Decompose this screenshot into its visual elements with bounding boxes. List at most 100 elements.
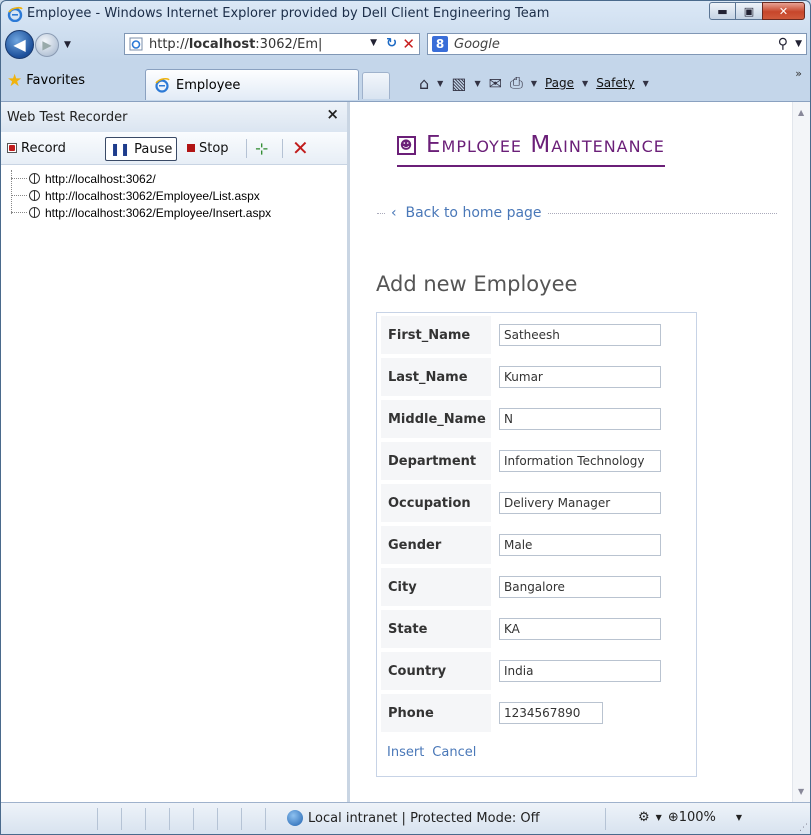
home-icon[interactable]: ⌂ xyxy=(419,74,429,93)
tree-item[interactable]: http://localhost:3062/ xyxy=(11,170,271,187)
caption-buttons: ▬ ▣ ✕ xyxy=(709,2,805,20)
section-title: Add new Employee xyxy=(376,272,578,296)
field-label: Gender xyxy=(381,526,491,564)
search-options-dropdown[interactable]: ▼ xyxy=(795,39,802,49)
zoom-dropdown-icon[interactable]: ▼ xyxy=(736,813,742,822)
back-button[interactable]: ◀ xyxy=(5,30,34,59)
address-dropdown-icon[interactable]: ▼ xyxy=(370,38,377,48)
field-label: First_Name xyxy=(381,316,491,354)
resize-grip-icon[interactable]: ⋰ xyxy=(799,823,808,833)
form-actions: Insert Cancel xyxy=(387,745,476,760)
scroll-up-icon[interactable]: ▲ xyxy=(798,108,804,117)
department-input[interactable]: Information Technology xyxy=(499,450,661,472)
field-label: Phone xyxy=(381,694,491,732)
recorder-title: Web Test Recorder xyxy=(7,110,128,125)
tab-label: Employee xyxy=(176,77,241,93)
pause-button[interactable]: ❚❚ Pause xyxy=(105,137,178,161)
safety-menu[interactable]: Safety xyxy=(596,76,634,90)
maximize-icon: ▣ xyxy=(743,4,755,18)
tree-item[interactable]: http://localhost:3062/Employee/Insert.as… xyxy=(11,204,271,221)
occupation-input[interactable]: Delivery Manager xyxy=(499,492,661,514)
middle-name-input[interactable]: N xyxy=(499,408,661,430)
forward-arrow-icon: ▶ xyxy=(42,38,52,52)
status-bar: Local intranet | Protected Mode: Off ⚙ ▼… xyxy=(1,802,810,834)
record-label: Record xyxy=(21,140,66,156)
form-row-country: Country India xyxy=(381,652,693,694)
city-input[interactable]: Bangalore xyxy=(499,576,661,598)
tab-employee[interactable]: Employee xyxy=(145,69,359,100)
mail-icon[interactable]: ✉ xyxy=(489,74,502,93)
ie-logo-icon xyxy=(7,6,23,22)
field-label: Middle_Name xyxy=(381,400,491,438)
favorites-button[interactable]: ★ Favorites xyxy=(7,72,85,89)
search-box[interactable]: 8 Google ⚲ ▼ xyxy=(427,33,807,55)
refresh-icon[interactable]: ↻ xyxy=(386,36,397,51)
country-input[interactable]: India xyxy=(499,660,661,682)
address-text[interactable]: http://localhost:3062/Em| xyxy=(149,37,369,52)
page-menu[interactable]: Page xyxy=(545,76,574,90)
command-bar: ⌂ ▼ ▧ ▼ ✉ ⎙ ▼ Page ▼ Safety ▼ xyxy=(419,73,649,93)
stop-icon[interactable]: ✕ xyxy=(402,35,415,53)
web-request-icon xyxy=(29,207,40,218)
vertical-scrollbar[interactable]: ▲ ▼ xyxy=(792,102,810,802)
content-area: Web Test Recorder × Record ❚❚ Pause Stop xyxy=(1,102,810,802)
privacy-dropdown-icon[interactable]: ▼ xyxy=(656,813,662,822)
scroll-down-icon[interactable]: ▼ xyxy=(798,787,804,796)
search-icon[interactable]: ⚲ xyxy=(778,36,788,52)
form-row-last-name: Last_Name Kumar xyxy=(381,358,693,400)
first-name-input[interactable]: Satheesh xyxy=(499,324,661,346)
page-dropdown-icon[interactable]: ▼ xyxy=(582,79,588,88)
back-link-label: Back to home page xyxy=(405,205,542,221)
maximize-button[interactable]: ▣ xyxy=(736,2,762,20)
state-input[interactable]: KA xyxy=(499,618,661,640)
phone-input[interactable]: 1234567890 xyxy=(499,702,603,724)
gender-input[interactable]: Male xyxy=(499,534,661,556)
record-icon xyxy=(7,143,17,153)
forward-button[interactable]: ▶ xyxy=(35,33,59,57)
web-test-recorder-pane: Web Test Recorder × Record ❚❚ Pause Stop xyxy=(1,102,350,802)
employee-form: First_Name Satheesh Last_Name Kumar Midd… xyxy=(376,312,697,777)
new-tab-button[interactable] xyxy=(362,72,390,99)
zoom-control[interactable]: ⊕100% xyxy=(668,810,716,825)
recorder-header: Web Test Recorder × xyxy=(1,102,347,132)
form-row-department: Department Information Technology xyxy=(381,442,693,484)
print-icon[interactable]: ⎙ xyxy=(510,73,523,93)
add-comment-button[interactable]: ⊹ xyxy=(255,137,268,159)
back-to-home-link[interactable]: ‹ Back to home page xyxy=(391,205,542,221)
form-row-middle-name: Middle_Name N xyxy=(381,400,693,442)
add-comment-icon: ⊹ xyxy=(255,138,269,158)
browser-window: Employee - Windows Internet Explorer pro… xyxy=(0,0,811,835)
print-dropdown-icon[interactable]: ▼ xyxy=(531,79,537,88)
safety-dropdown-icon[interactable]: ▼ xyxy=(643,79,649,88)
delete-button[interactable]: ✕ xyxy=(292,136,309,160)
last-name-input[interactable]: Kumar xyxy=(499,366,661,388)
tree-item[interactable]: http://localhost:3062/Employee/List.aspx xyxy=(11,187,271,204)
more-commands-icon[interactable]: » xyxy=(795,67,802,80)
address-bar[interactable]: http://localhost:3062/Em| ▼ ↻ ✕ xyxy=(124,33,420,55)
google-search-icon: 8 xyxy=(432,36,448,52)
recorder-close-icon[interactable]: × xyxy=(326,105,339,123)
cancel-link[interactable]: Cancel xyxy=(432,745,476,760)
field-label: City xyxy=(381,568,491,606)
home-dropdown-icon[interactable]: ▼ xyxy=(437,79,443,88)
ie-logo-icon xyxy=(155,78,170,93)
favorites-label: Favorites xyxy=(26,73,85,88)
delete-icon: ✕ xyxy=(292,136,309,160)
feeds-dropdown-icon[interactable]: ▼ xyxy=(474,79,480,88)
web-request-icon xyxy=(29,190,40,201)
back-arrow-icon: ◀ xyxy=(13,35,26,54)
stop-button[interactable]: Stop xyxy=(187,137,229,159)
title-bar: Employee - Windows Internet Explorer pro… xyxy=(1,1,810,27)
record-button[interactable]: Record xyxy=(7,137,66,159)
recorded-requests-tree: http://localhost:3062/ http://localhost:… xyxy=(11,170,271,221)
minimize-button[interactable]: ▬ xyxy=(709,2,736,20)
close-button[interactable]: ✕ xyxy=(762,2,805,20)
status-controls: ⚙ ▼ ⊕100% ▼ xyxy=(638,810,742,825)
privacy-icon[interactable]: ⚙ xyxy=(638,810,650,825)
security-zone[interactable]: Local intranet | Protected Mode: Off xyxy=(287,810,540,826)
recent-pages-dropdown[interactable]: ▼ xyxy=(64,40,71,50)
url-scheme: http:// xyxy=(149,37,189,52)
feeds-icon[interactable]: ▧ xyxy=(451,74,466,93)
tree-item-label: http://localhost:3062/ xyxy=(45,171,156,186)
insert-link[interactable]: Insert xyxy=(387,745,424,760)
